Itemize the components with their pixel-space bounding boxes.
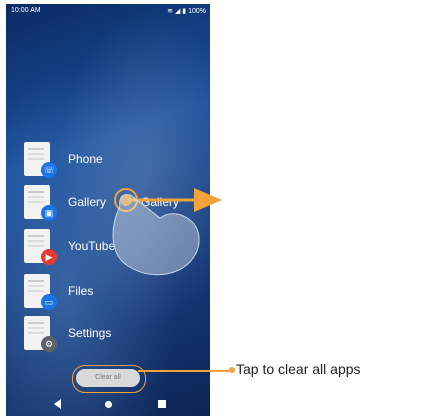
hand-icon [112, 193, 200, 276]
swipe-annotation [112, 188, 222, 276]
callout-leader-dot [229, 367, 235, 373]
callout-leader-line [138, 370, 232, 372]
swipe-arrow-head [194, 188, 222, 212]
callout-text: Tap to clear all apps [236, 361, 361, 377]
